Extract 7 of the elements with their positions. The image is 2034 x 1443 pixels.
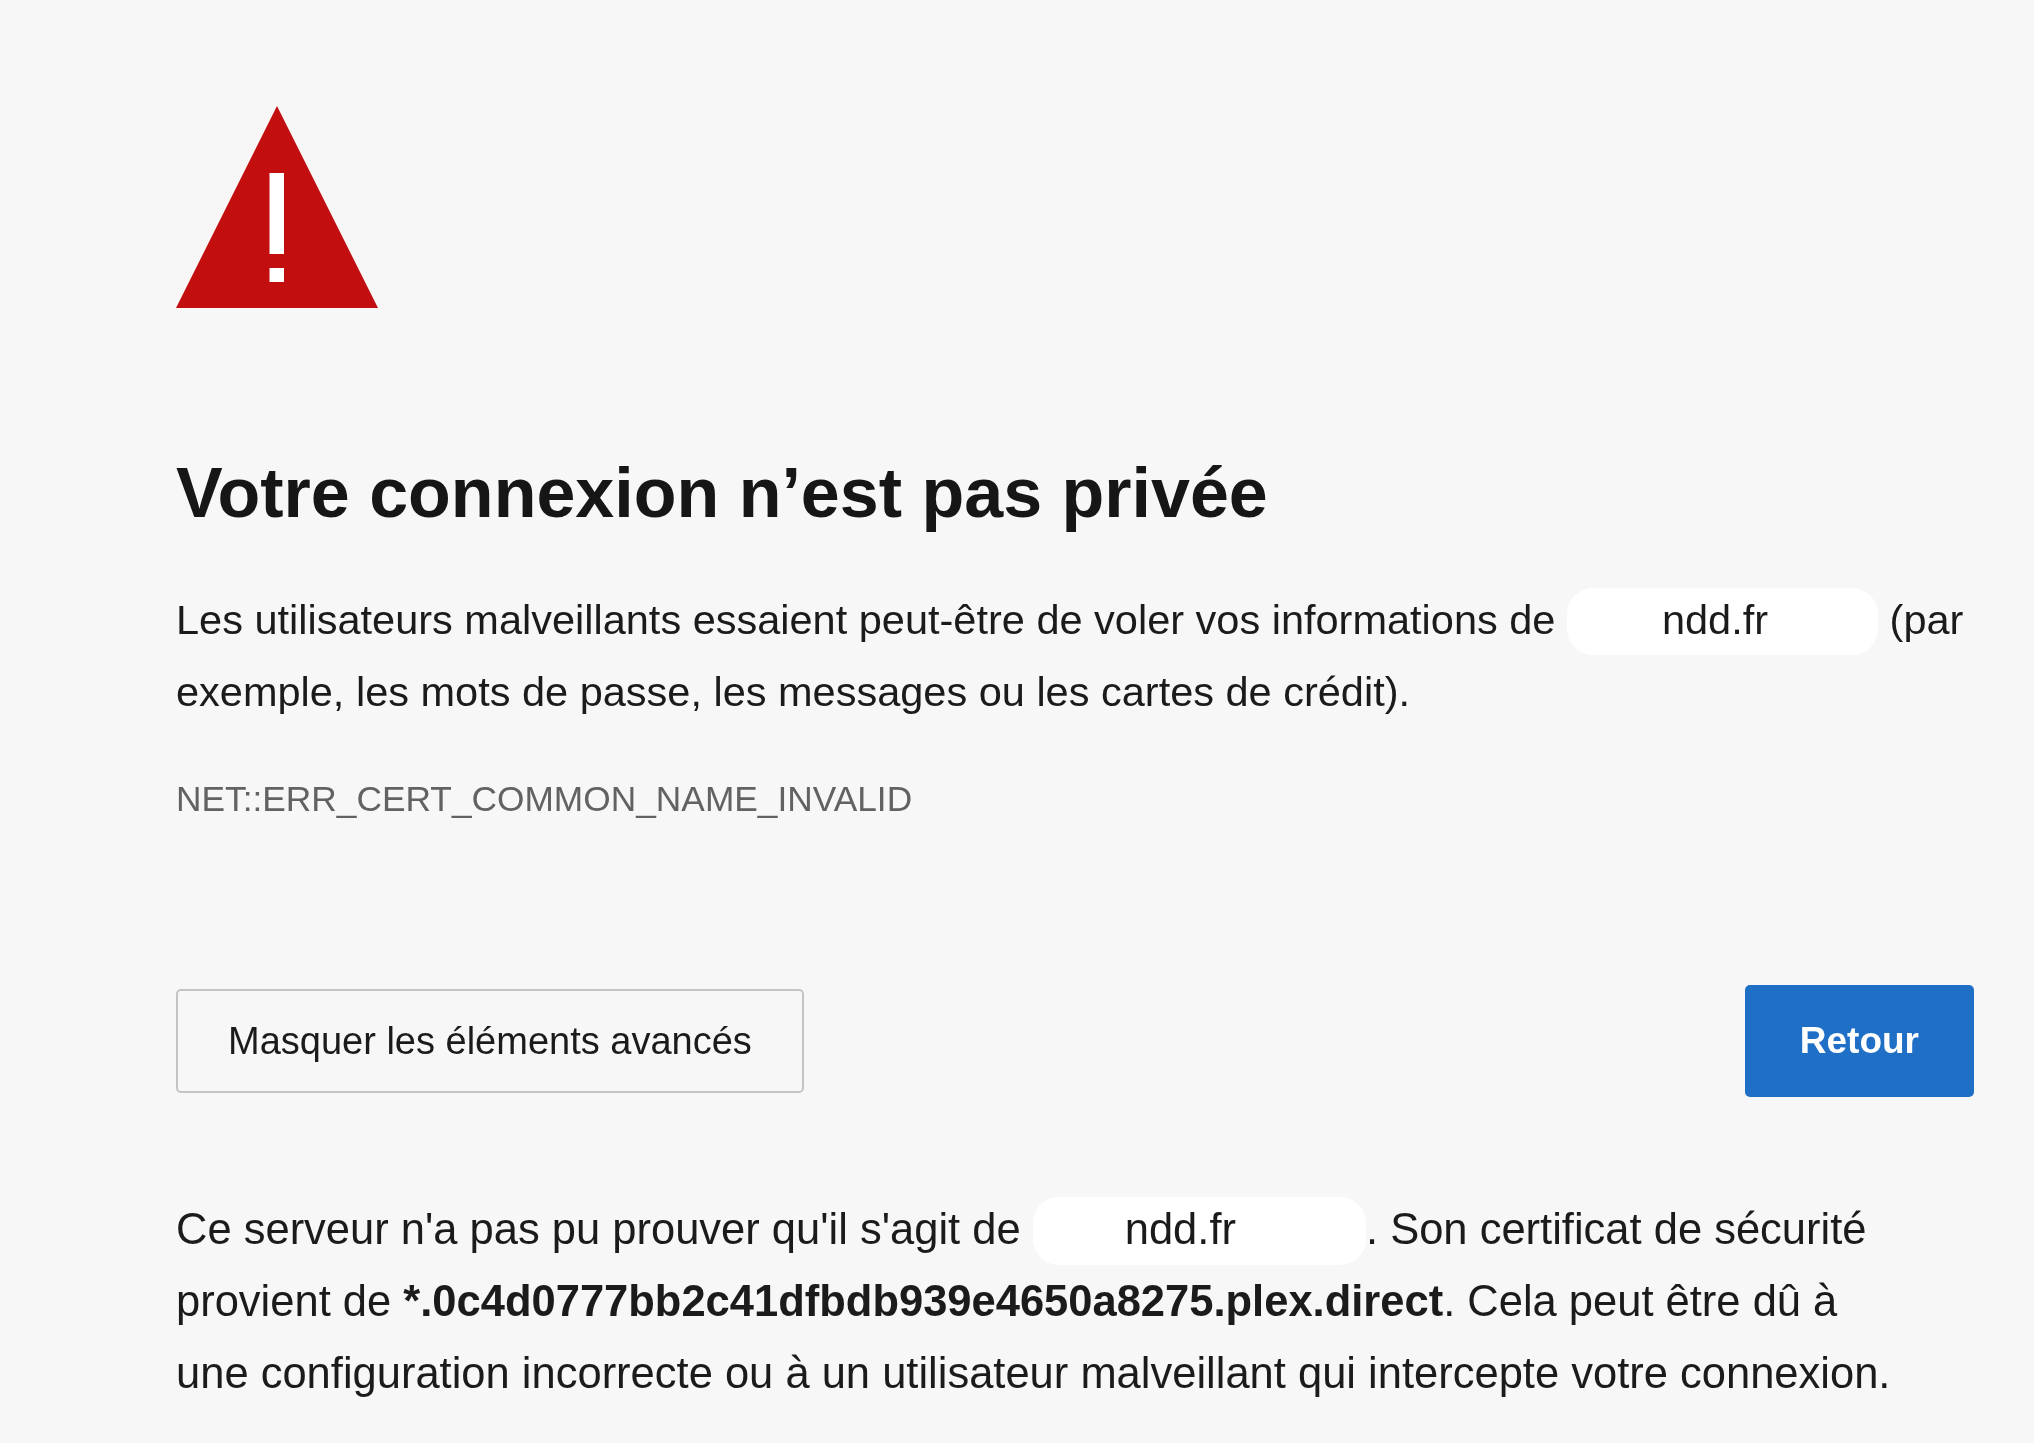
back-button[interactable]: Retour	[1744, 985, 1974, 1097]
page-heading: Votre connexion n’est pas privée	[176, 453, 1269, 533]
warning-message: Les utilisateurs malveillants essaient peut-être de voler vos informations de ndd.fr (par exemple, les mots de passe, les messages ou les cartes de crédit).	[176, 584, 1974, 728]
hide-advanced-button[interactable]: Masquer les éléments avancés	[176, 989, 804, 1093]
details-message: Ce serveur n'a pas pu prouver qu'il s'agit de ndd.fr . Son certificat de sécurité provient de *.0c4d0777bb2c41dfbdb939e4650a8275.plex.direct. Cela peut être dû à une configuration incorrecte ou à un utilisateur malveillant qui intercepte votre connexion.	[176, 1193, 1908, 1409]
error-code: NET::ERR_CERT_COMMON_NAME_INVALID	[176, 778, 914, 820]
warning-icon	[176, 106, 378, 308]
